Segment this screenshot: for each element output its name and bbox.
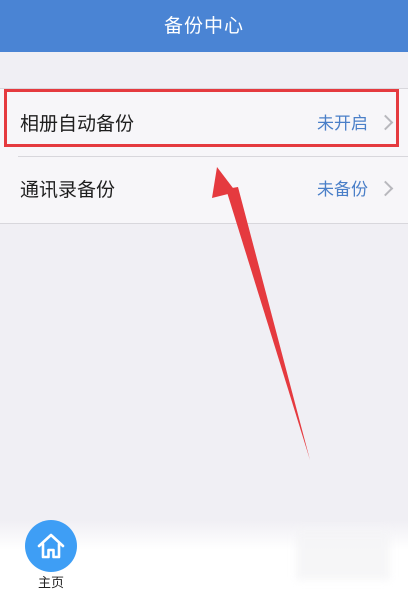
home-button[interactable] <box>25 520 77 572</box>
list-item-status: 未备份 <box>317 180 368 200</box>
chevron-right-icon <box>377 180 394 197</box>
blurred-area <box>296 530 390 580</box>
list-item-status: 未开启 <box>317 114 368 134</box>
arrow-shaft <box>226 187 310 460</box>
list-item-contacts-backup[interactable]: 通讯录备份 未备份 <box>0 157 408 223</box>
list-item-album-backup[interactable]: 相册自动备份 未开启 <box>0 91 408 157</box>
list-item-label: 通讯录备份 <box>20 179 116 201</box>
page-title: 备份中心 <box>163 15 244 37</box>
home-icon <box>37 533 65 559</box>
home-label[interactable]: 主页 <box>25 572 77 591</box>
header-bar: 备份中心 <box>0 0 408 52</box>
list-item-label: 相册自动备份 <box>20 113 135 135</box>
settings-list: 相册自动备份 未开启 通讯录备份 未备份 <box>0 88 408 224</box>
chevron-right-icon <box>377 114 394 131</box>
